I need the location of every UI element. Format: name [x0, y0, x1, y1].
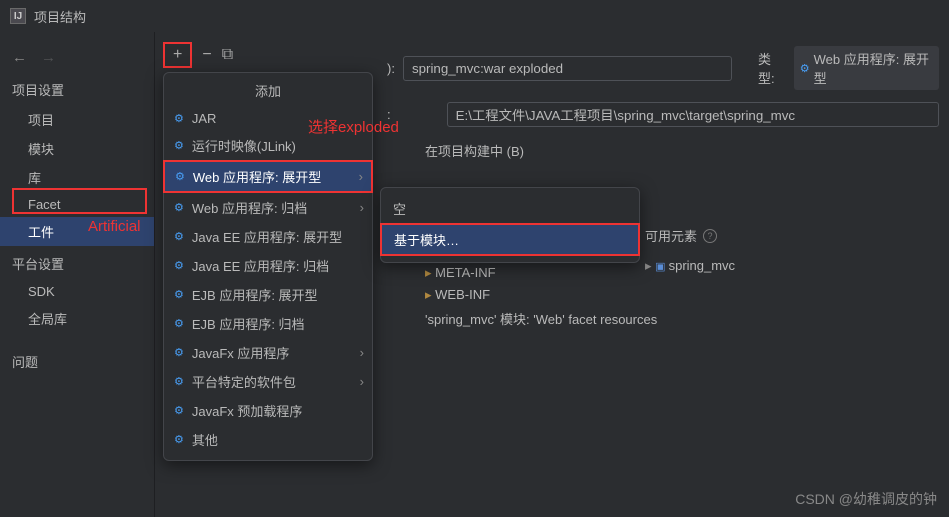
sidebar-item-project[interactable]: 项目	[0, 105, 154, 134]
available-header: 可用元素	[645, 226, 697, 245]
chevron-right-icon: ›	[360, 200, 364, 215]
sidebar-item-global-libs[interactable]: 全局库	[0, 304, 154, 333]
watermark: CSDN @幼稚调皮的钟	[795, 489, 937, 509]
sidebar-item-sdk[interactable]: SDK	[0, 279, 154, 304]
tree-web-inf[interactable]: ▸ WEB-INF	[425, 284, 939, 306]
window-title: 项目结构	[34, 7, 86, 26]
gear-icon: ⚙	[174, 201, 184, 214]
popup-item-web-exploded[interactable]: ⚙Web 应用程序: 展开型›	[163, 160, 373, 193]
sidebar-item-modules[interactable]: 模块	[0, 134, 154, 163]
sidebar-item-facet[interactable]: Facet	[0, 192, 154, 217]
folder-icon: ▸	[425, 287, 435, 302]
submenu-item-from-module[interactable]: 基于模块…	[380, 223, 640, 256]
gear-icon: ⚙	[174, 259, 184, 272]
popup-item-javafx[interactable]: ⚙JavaFx 应用程序›	[164, 338, 372, 367]
tree-facet-resources[interactable]: 'spring_mvc' 模块: 'Web' facet resources	[425, 306, 939, 331]
submenu-item-empty[interactable]: 空	[381, 194, 639, 223]
chevron-right-icon: ›	[360, 345, 364, 360]
gear-icon: ⚙	[174, 433, 184, 446]
popup-item-javaee-exploded[interactable]: ⚙Java EE 应用程序: 展开型	[164, 222, 372, 251]
popup-title: 添加	[164, 73, 372, 106]
popup-item-ejb-archive[interactable]: ⚙EJB 应用程序: 归档	[164, 309, 372, 338]
add-button[interactable]: +	[163, 42, 192, 68]
popup-item-platform[interactable]: ⚙平台特定的软件包›	[164, 367, 372, 396]
popup-item-other[interactable]: ⚙其他	[164, 425, 372, 454]
type-value: Web 应用程序: 展开型	[814, 49, 933, 87]
back-icon[interactable]: ←	[12, 49, 27, 66]
gear-icon: ⚙	[174, 112, 184, 125]
popup-item-javafx-preloader[interactable]: ⚙JavaFx 预加载程序	[164, 396, 372, 425]
popup-item-ejb-exploded[interactable]: ⚙EJB 应用程序: 展开型	[164, 280, 372, 309]
sidebar-item-libraries[interactable]: 库	[0, 163, 154, 192]
titlebar: IJ 项目结构	[0, 0, 949, 32]
gear-icon: ⚙	[175, 170, 185, 183]
gear-icon: ⚙	[174, 230, 184, 243]
submenu: 空 基于模块…	[380, 187, 640, 263]
sidebar: ← → 项目设置 项目 模块 库 Facet 工件 平台设置 SDK 全局库 问…	[0, 32, 155, 517]
group-project-settings: 项目设置	[0, 72, 154, 105]
gear-icon: ⚙	[174, 139, 184, 152]
gear-icon: ⚙	[174, 375, 184, 388]
gear-icon: ⚙	[174, 346, 184, 359]
group-platform-settings: 平台设置	[0, 246, 154, 279]
name-input[interactable]	[403, 56, 732, 81]
chevron-right-icon: ›	[359, 169, 363, 184]
copy-button[interactable]: ⧉	[222, 46, 233, 64]
app-icon: IJ	[10, 8, 26, 24]
annotation-artificial: Artificial	[88, 218, 141, 235]
remove-button[interactable]: −	[202, 46, 211, 64]
chevron-right-icon: ›	[360, 374, 364, 389]
sidebar-item-problems[interactable]: 问题	[0, 347, 154, 376]
help-icon[interactable]: ?	[703, 229, 717, 243]
gear-icon: ⚙	[174, 317, 184, 330]
folder-icon: ▸	[425, 265, 435, 280]
available-item[interactable]: ▸ ▣ spring_mvc	[645, 255, 735, 277]
content-area: + − ⧉ ): 类型: ⚙ Web 应用程序: 展开型 : 在项目构建中 (B…	[155, 32, 949, 517]
type-label: 类型:	[758, 49, 786, 87]
annotation-exploded: 选择exploded	[308, 116, 399, 137]
popup-item-web-archive[interactable]: ⚙Web 应用程序: 归档›	[164, 193, 372, 222]
module-icon: ▣	[655, 261, 668, 273]
path-input[interactable]	[447, 102, 939, 127]
gear-icon: ⚙	[800, 62, 810, 75]
gear-icon: ⚙	[174, 288, 184, 301]
build-hint: 在项目构建中 (B)	[425, 139, 939, 162]
popup-item-javaee-archive[interactable]: ⚙Java EE 应用程序: 归档	[164, 251, 372, 280]
name-label: ):	[387, 61, 395, 76]
forward-icon[interactable]: →	[41, 49, 56, 66]
type-badge[interactable]: ⚙ Web 应用程序: 展开型	[794, 46, 939, 90]
gear-icon: ⚙	[174, 404, 184, 417]
